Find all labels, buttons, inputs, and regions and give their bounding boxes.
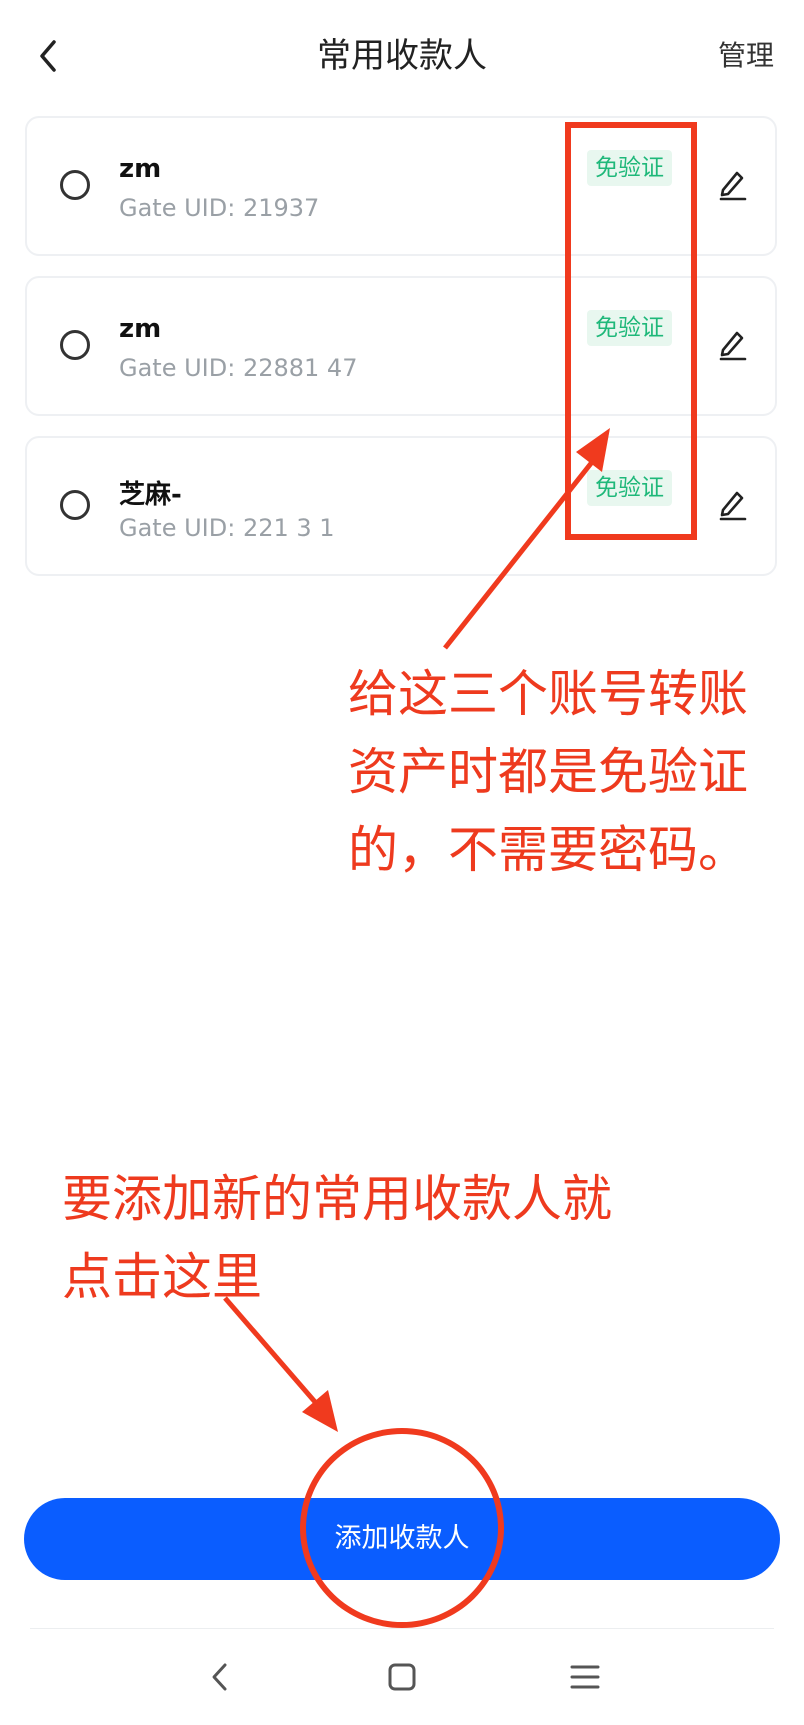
annotation-note-line: 资产时都是免验证 bbox=[348, 743, 748, 801]
annotation-highlight-circle bbox=[300, 1428, 504, 1628]
annotation-note-add-payee: 要添加新的常用收款人就 点击这里 bbox=[62, 1160, 702, 1316]
annotation-note-line: 的，不需要密码。 bbox=[348, 821, 748, 879]
nav-home-button[interactable] bbox=[382, 1655, 422, 1699]
nav-menu-icon bbox=[570, 1665, 600, 1689]
annotation-note-verification-free: 给这三个账号转账 资产时都是免验证 的，不需要密码。 bbox=[348, 655, 788, 889]
nav-divider bbox=[30, 1628, 774, 1629]
annotation-arrow-down bbox=[223, 1296, 338, 1432]
annotation-note-line: 要添加新的常用收款人就 bbox=[62, 1170, 612, 1228]
nav-back-button[interactable] bbox=[200, 1655, 240, 1699]
nav-home-icon bbox=[388, 1663, 416, 1691]
nav-back-icon bbox=[212, 1663, 227, 1691]
annotation-arrow-up bbox=[443, 428, 610, 650]
annotation-note-line: 点击这里 bbox=[62, 1248, 262, 1306]
annotation-note-line: 给这三个账号转账 bbox=[348, 665, 748, 723]
nav-menu-button[interactable] bbox=[565, 1655, 605, 1699]
